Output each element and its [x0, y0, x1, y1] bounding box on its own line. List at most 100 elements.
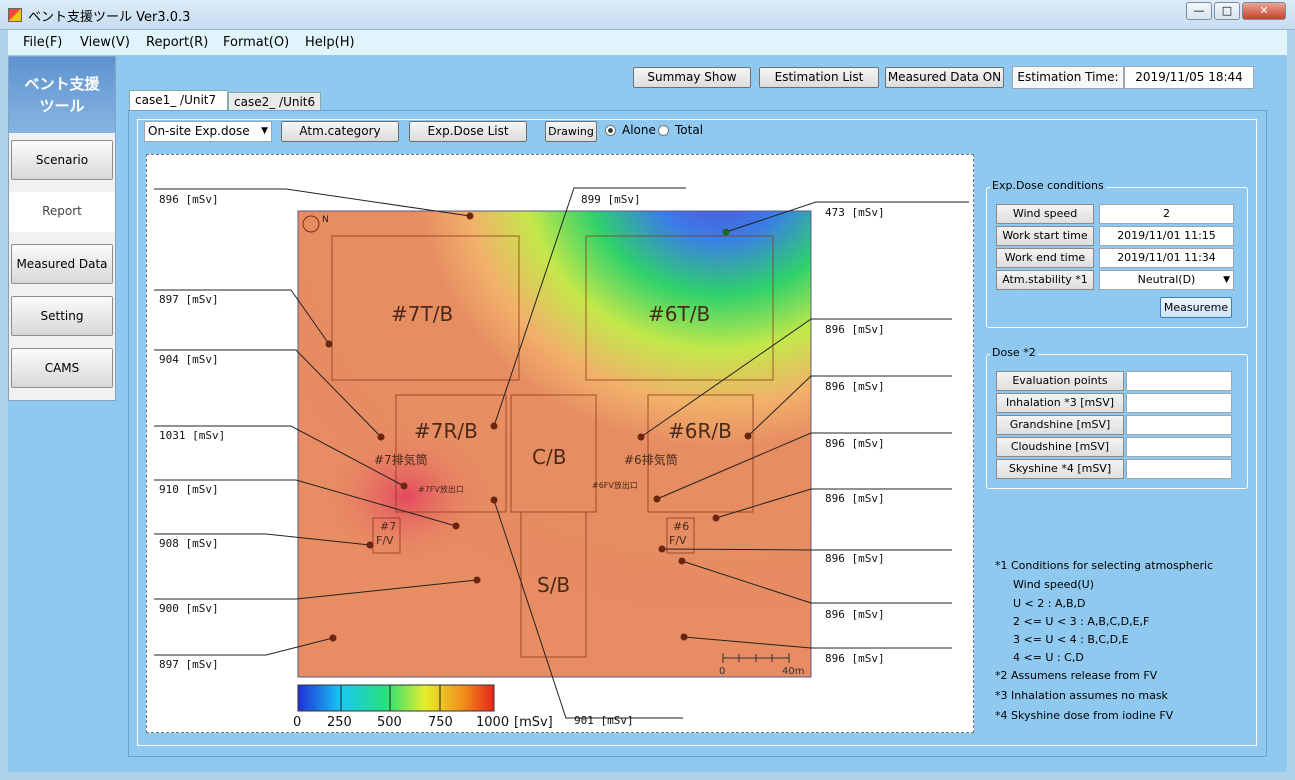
- hotspot: [321, 426, 491, 566]
- building-6rb: #6R/B: [668, 419, 732, 443]
- building-7tb: #7T/B: [391, 302, 453, 326]
- stack-6-label: #6排気筒: [624, 452, 678, 467]
- inhalation-value: [1126, 393, 1232, 413]
- building-sb: S/B: [537, 573, 570, 597]
- skyshine-label: Skyshine *4 [mSV]: [996, 459, 1124, 479]
- colorbar-tick-250: 250: [327, 715, 352, 730]
- fv7-outlet-label: #7FV放出口: [418, 484, 464, 494]
- menu-report[interactable]: Report(R): [146, 35, 208, 50]
- note-range-4: 4 <= U : C,D: [1013, 651, 1084, 664]
- maximize-button[interactable]: □: [1214, 2, 1240, 20]
- chevron-down-icon: ▼: [1223, 275, 1230, 285]
- dose-label-right-7: 896 [mSv]: [825, 608, 885, 621]
- dose-label-right-5: 896 [mSv]: [825, 492, 885, 505]
- dose-type-value: On-site Exp.dose: [148, 124, 250, 138]
- grandshine-label: Grandshine [mSV]: [996, 415, 1124, 435]
- fv7-label-1: #7: [380, 520, 396, 533]
- menu-bar: File(F) View(V) Report(R) Format(O) Help…: [8, 30, 1287, 56]
- dose-label-left-5: 910 [mSv]: [159, 483, 219, 496]
- sidebar-header: ベント支援 ツール: [9, 57, 115, 133]
- note-3: *3 Inhalation assumes no mask: [995, 689, 1168, 702]
- colorbar-tick-0: 0: [293, 715, 301, 730]
- window-title: ベント支援ツール Ver3.0.3: [28, 10, 191, 25]
- atm-stability-label: Atm.stability *1: [996, 270, 1094, 290]
- dose-label-bottom: 901 [mSv]: [574, 714, 634, 727]
- dose-label-left-3: 904 [mSv]: [159, 353, 219, 366]
- dose-label-left-8: 897 [mSv]: [159, 658, 219, 671]
- work-end-value[interactable]: 2019/11/01 11:34: [1099, 248, 1234, 268]
- exp-dose-list-button[interactable]: Exp.Dose List: [409, 121, 527, 142]
- fv6-label-1: #6: [673, 520, 689, 533]
- summary-show-button[interactable]: Summay Show: [633, 67, 751, 88]
- sidebar-header-line1: ベント支援: [24, 75, 100, 93]
- sidebar-item-report[interactable]: Report: [9, 192, 115, 232]
- fv7-label-2: F/V: [376, 534, 394, 547]
- dose-label-right-1: 473 [mSv]: [825, 206, 885, 219]
- window-title-bar: ベント支援ツール Ver3.0.3 — □ ✕: [0, 0, 1295, 30]
- menu-file[interactable]: File(F): [23, 35, 62, 50]
- menu-view[interactable]: View(V): [80, 35, 130, 50]
- fv6-outlet-label: #6FV放出口: [592, 480, 638, 490]
- scale-label-0: 0: [719, 666, 725, 677]
- evaluation-points-label: Evaluation points: [996, 371, 1124, 391]
- sidebar-item-cams[interactable]: CAMS: [11, 348, 113, 388]
- colorbar-tick-1000: 1000: [476, 715, 509, 730]
- north-label: N: [322, 215, 329, 225]
- sidebar-item-scenario[interactable]: Scenario: [11, 140, 113, 180]
- atm-category-button[interactable]: Atm.category: [281, 121, 399, 142]
- sidebar-header-line2: ツール: [39, 97, 85, 115]
- colorbar-tick-750: 750: [428, 715, 453, 730]
- app-icon: [8, 8, 22, 22]
- dose-type-select[interactable]: On-site Exp.dose ▼: [144, 121, 272, 142]
- atm-stability-select[interactable]: Neutral(D) ▼: [1099, 270, 1234, 290]
- tab-case1[interactable]: case1_ /Unit7: [129, 90, 228, 112]
- scale-label-40: 40m: [782, 666, 804, 677]
- sidebar-item-setting[interactable]: Setting: [11, 296, 113, 336]
- wind-speed-value[interactable]: 2: [1099, 204, 1234, 224]
- colorbar-tick-500: 500: [377, 715, 402, 730]
- note-1: *1 Conditions for selecting atmospheric: [995, 559, 1214, 572]
- note-range-2: 2 <= U < 3 : A,B,C,D,E,F: [1013, 615, 1150, 628]
- estimation-time-value: 2019/11/05 18:44: [1124, 66, 1254, 89]
- dose-label-left-6: 908 [mSv]: [159, 537, 219, 550]
- cloudshine-label: Cloudshine [mSV]: [996, 437, 1124, 457]
- note-range-1: U < 2 : A,B,D: [1013, 597, 1086, 610]
- total-label: Total: [675, 123, 704, 137]
- inhalation-label: Inhalation *3 [mSV]: [996, 393, 1124, 413]
- building-6tb: #6T/B: [648, 302, 710, 326]
- menu-format[interactable]: Format(O): [223, 35, 289, 50]
- dose-label-right-6: 896 [mSv]: [825, 552, 885, 565]
- alone-radio[interactable]: [605, 125, 616, 136]
- colorbar: [297, 684, 495, 712]
- sidebar: ベント支援 ツール Scenario Report Measured Data …: [8, 56, 116, 401]
- dose-label-left-7: 900 [mSv]: [159, 602, 219, 615]
- close-button[interactable]: ✕: [1242, 2, 1286, 20]
- dose-label-right-4: 896 [mSv]: [825, 437, 885, 450]
- minimize-button[interactable]: —: [1186, 2, 1212, 20]
- grandshine-value: [1126, 415, 1232, 435]
- work-start-value[interactable]: 2019/11/01 11:15: [1099, 226, 1234, 246]
- dose-group-title: Dose *2: [990, 346, 1038, 359]
- note-range-3: 3 <= U < 4 : B,C,D,E: [1013, 633, 1129, 646]
- skyshine-value: [1126, 459, 1232, 479]
- drawing-button[interactable]: Drawing: [545, 121, 597, 142]
- dose-label-right-8: 896 [mSv]: [825, 652, 885, 665]
- dose-label-left-4: 1031 [mSv]: [159, 429, 225, 442]
- dose-label-left-2: 897 [mSv]: [159, 293, 219, 306]
- tab-case2[interactable]: case2_ /Unit6: [228, 92, 321, 112]
- dose-label-right-3: 896 [mSv]: [825, 380, 885, 393]
- total-radio[interactable]: [658, 125, 669, 136]
- estimation-time-label: Estimation Time:: [1012, 66, 1124, 89]
- estimation-list-button[interactable]: Estimation List: [759, 67, 879, 88]
- measured-data-on-button[interactable]: Measured Data ON: [885, 67, 1004, 88]
- sidebar-item-measured-data[interactable]: Measured Data: [11, 244, 113, 284]
- work-start-label: Work start time: [996, 226, 1094, 246]
- menu-help[interactable]: Help(H): [305, 35, 355, 50]
- colorbar-unit: [mSv]: [514, 715, 553, 730]
- wind-speed-label: Wind speed [m/s]: [996, 204, 1094, 238]
- dose-label-left-1: 896 [mSv]: [159, 193, 219, 206]
- measure-button[interactable]: Measureme: [1160, 297, 1232, 318]
- note-2: *2 Assumens release from FV: [995, 669, 1158, 682]
- fv6-label-2: F/V: [669, 534, 687, 547]
- dose-label-right-2: 896 [mSv]: [825, 323, 885, 336]
